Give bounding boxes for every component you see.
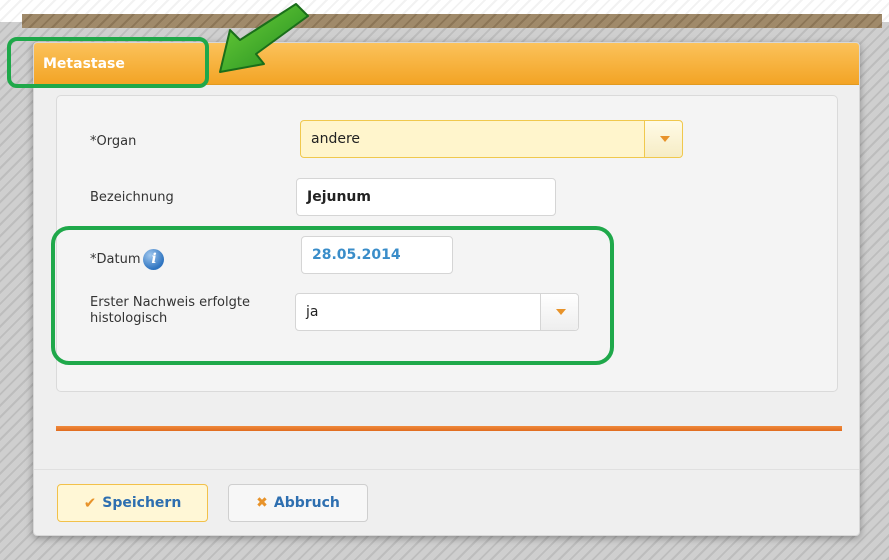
save-button-label: Speichern	[102, 495, 182, 511]
organ-label: *Organ	[90, 134, 137, 149]
chevron-down-icon	[660, 136, 670, 142]
cancel-button[interactable]: ✖ Abbruch	[228, 484, 368, 522]
title-highlight-box	[7, 37, 209, 88]
bezeichnung-input-value: Jejunum	[307, 189, 371, 205]
orange-divider	[56, 426, 842, 431]
background-window-bar	[22, 14, 882, 28]
close-icon: ✖	[256, 495, 268, 511]
save-button[interactable]: ✔ Speichern	[57, 484, 208, 522]
cancel-button-label: Abbruch	[273, 495, 340, 511]
organ-select-value: andere	[311, 131, 361, 147]
bezeichnung-label: Bezeichnung	[90, 190, 174, 205]
footer-divider	[34, 469, 859, 470]
organ-select[interactable]: andere	[300, 120, 683, 158]
bezeichnung-input[interactable]: Jejunum	[296, 178, 556, 216]
checkmark-icon: ✔	[83, 494, 97, 512]
green-arrow-icon	[219, 3, 309, 73]
organ-dropdown-button[interactable]	[644, 121, 682, 157]
datum-highlight-box	[51, 226, 614, 365]
